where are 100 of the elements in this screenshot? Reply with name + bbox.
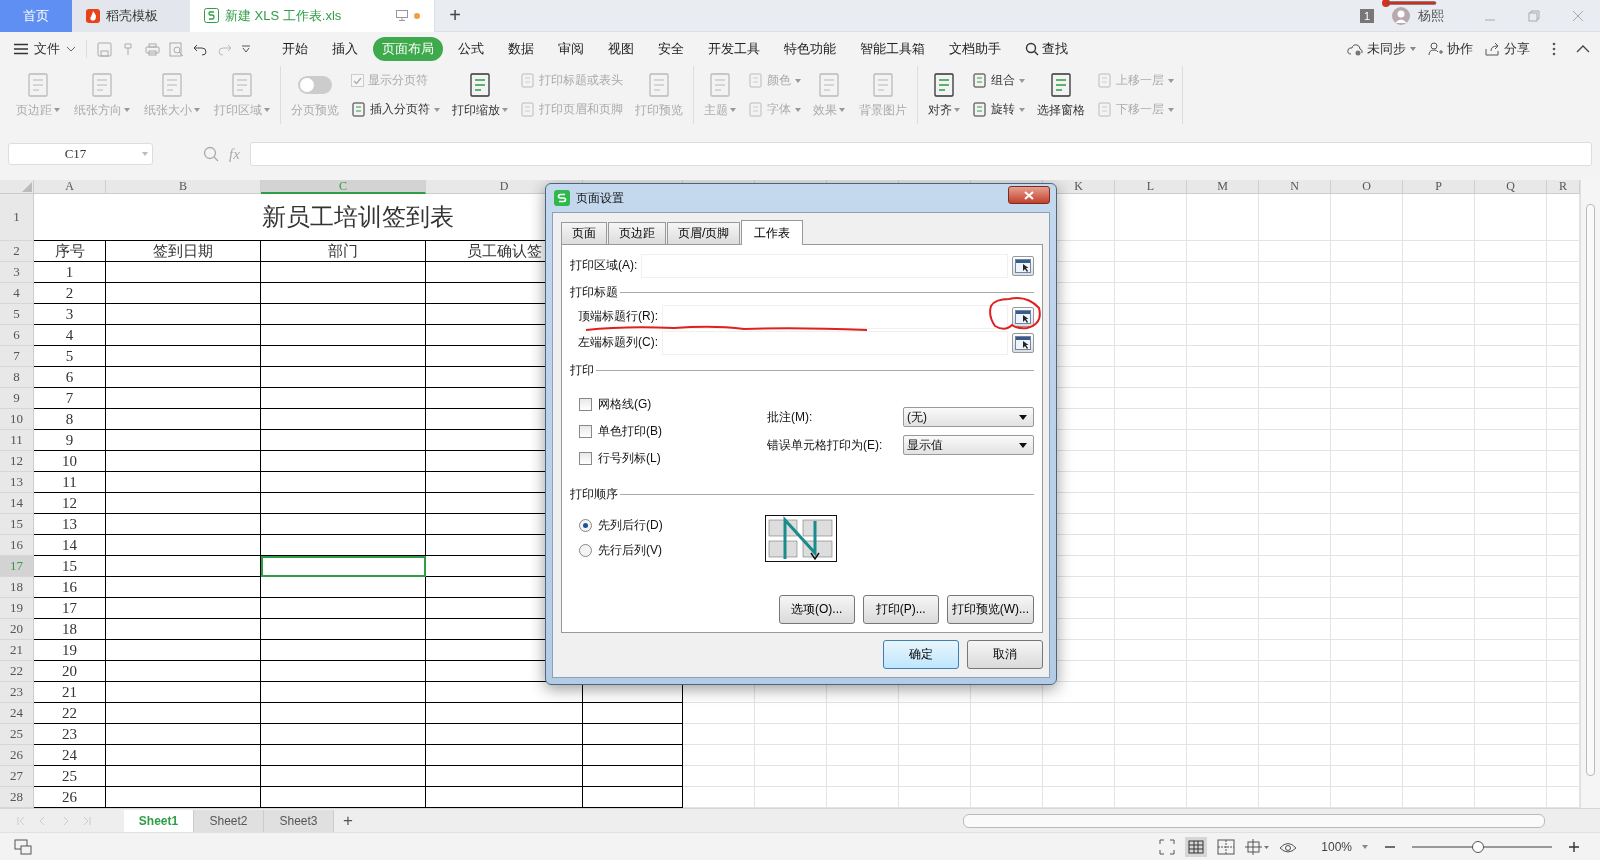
zoom-level[interactable]: 100% bbox=[1321, 839, 1352, 854]
toolbar-action[interactable]: 协作 bbox=[1428, 40, 1473, 58]
print-preview-icon[interactable] bbox=[169, 41, 184, 57]
caret-icon[interactable] bbox=[1362, 844, 1368, 849]
row-header[interactable]: 25 bbox=[0, 724, 34, 745]
zoom-icon[interactable] bbox=[203, 146, 219, 162]
input-field[interactable] bbox=[662, 304, 1008, 329]
more-icon[interactable] bbox=[1552, 42, 1556, 56]
restore-icon[interactable] bbox=[1528, 9, 1540, 22]
column-header[interactable]: P bbox=[1403, 180, 1475, 194]
menu-tab[interactable]: 开始 bbox=[273, 37, 317, 61]
fullscreen-icon[interactable] bbox=[1159, 838, 1176, 855]
row-header[interactable]: 20 bbox=[0, 619, 34, 640]
new-tab-button[interactable]: + bbox=[435, 3, 475, 28]
ribbon-button[interactable]: 插入分页符 bbox=[351, 101, 440, 118]
row-header[interactable]: 19 bbox=[0, 598, 34, 619]
row-header[interactable]: 27 bbox=[0, 766, 34, 787]
dialog-button[interactable]: 选项(O)... bbox=[778, 595, 855, 624]
range-select-button[interactable] bbox=[1012, 306, 1034, 327]
radio-button[interactable] bbox=[579, 519, 592, 532]
column-header[interactable]: A bbox=[34, 180, 106, 194]
dialog-tab[interactable]: 页边距 bbox=[608, 222, 666, 244]
dialog-button[interactable]: 取消 bbox=[967, 640, 1043, 669]
ribbon-button[interactable]: 对齐 bbox=[926, 69, 962, 121]
menu-tab[interactable]: 插入 bbox=[323, 37, 367, 61]
row-header[interactable]: 1 bbox=[0, 194, 34, 241]
row-header[interactable]: 10 bbox=[0, 409, 34, 430]
column-header[interactable]: L bbox=[1115, 180, 1187, 194]
checkbox[interactable] bbox=[579, 451, 592, 465]
slider-thumb[interactable] bbox=[1471, 840, 1484, 853]
menu-tab[interactable]: 安全 bbox=[649, 37, 693, 61]
sheet-tab[interactable]: Sheet2 bbox=[194, 809, 264, 832]
status-icon[interactable] bbox=[14, 838, 32, 855]
window-count-badge[interactable]: 1 bbox=[1359, 8, 1374, 23]
save-icon[interactable] bbox=[97, 41, 112, 57]
monitor-icon[interactable] bbox=[396, 10, 408, 21]
row-header[interactable]: 5 bbox=[0, 304, 34, 325]
page-break-view-icon[interactable] bbox=[1217, 838, 1236, 855]
row-header[interactable]: 16 bbox=[0, 535, 34, 556]
dialog-tab[interactable]: 页眉/页脚 bbox=[667, 222, 741, 244]
caret-icon[interactable] bbox=[241, 45, 251, 53]
menu-tab[interactable]: 文档助手 bbox=[940, 37, 1010, 61]
search-button[interactable]: 查找 bbox=[1016, 37, 1077, 61]
row-header[interactable]: 13 bbox=[0, 472, 34, 493]
vertical-scrollbar[interactable] bbox=[1580, 180, 1600, 808]
row-header[interactable]: 7 bbox=[0, 346, 34, 367]
row-header[interactable]: 26 bbox=[0, 745, 34, 766]
row-header[interactable]: 3 bbox=[0, 262, 34, 283]
sheet-tab[interactable]: Sheet3 bbox=[264, 809, 334, 832]
ribbon-button[interactable]: 选择窗格 bbox=[1035, 69, 1087, 121]
row-header[interactable]: 4 bbox=[0, 283, 34, 304]
zoom-in-icon[interactable] bbox=[1568, 840, 1580, 853]
dropdown-select[interactable]: (无) bbox=[903, 407, 1034, 427]
row-header[interactable]: 24 bbox=[0, 703, 34, 724]
dialog-tab[interactable]: 工作表 bbox=[741, 220, 804, 245]
formula-input[interactable] bbox=[249, 142, 1592, 166]
dialog-button[interactable]: 确定 bbox=[883, 640, 959, 669]
column-header[interactable]: Q bbox=[1475, 180, 1547, 194]
print-icon[interactable] bbox=[145, 41, 160, 57]
toolbar-action[interactable]: 未同步 bbox=[1347, 40, 1416, 58]
column-header[interactable]: M bbox=[1187, 180, 1259, 194]
input-field[interactable] bbox=[662, 330, 1008, 355]
checkbox[interactable] bbox=[579, 424, 592, 438]
row-header[interactable]: 2 bbox=[0, 241, 34, 262]
column-header[interactable]: N bbox=[1259, 180, 1331, 194]
ribbon-button[interactable]: 打印缩放 bbox=[450, 69, 510, 121]
toolbar-action[interactable]: 分享 bbox=[1485, 40, 1530, 58]
close-button[interactable] bbox=[1008, 186, 1050, 204]
document-tab[interactable]: 稻壳模板 bbox=[72, 0, 190, 32]
horizontal-scrollbar[interactable] bbox=[963, 813, 1545, 828]
grid-view-icon[interactable] bbox=[1185, 836, 1208, 857]
active-cell[interactable] bbox=[261, 556, 426, 577]
avatar-icon[interactable] bbox=[1392, 6, 1410, 25]
row-header[interactable]: 15 bbox=[0, 514, 34, 535]
dialog-tab[interactable]: 页面 bbox=[561, 222, 607, 244]
menu-tab[interactable]: 公式 bbox=[449, 37, 493, 61]
dropdown-select[interactable]: 显示值 bbox=[903, 435, 1034, 455]
column-header[interactable]: B bbox=[106, 180, 261, 194]
document-tab[interactable]: 新建 XLS 工作表.xls bbox=[190, 0, 435, 32]
dialog-button[interactable]: 打印预览(W)... bbox=[946, 595, 1034, 624]
menu-tab[interactable]: 数据 bbox=[499, 37, 543, 61]
row-header[interactable]: 18 bbox=[0, 577, 34, 598]
add-sheet-button[interactable]: + bbox=[334, 809, 362, 832]
sheet-tab[interactable]: Sheet1 bbox=[124, 809, 194, 832]
row-header[interactable]: 28 bbox=[0, 787, 34, 808]
row-header[interactable]: 6 bbox=[0, 325, 34, 346]
menu-tab[interactable]: 审阅 bbox=[549, 37, 593, 61]
range-select-button[interactable] bbox=[1012, 332, 1034, 353]
row-header[interactable]: 8 bbox=[0, 367, 34, 388]
menu-tab[interactable]: 视图 bbox=[599, 37, 643, 61]
ribbon-button[interactable]: 旋转 bbox=[972, 101, 1025, 118]
collapse-icon[interactable] bbox=[1576, 45, 1590, 53]
user-name[interactable]: 杨熙 bbox=[1418, 6, 1444, 25]
name-box[interactable]: C17 bbox=[8, 143, 153, 165]
menu-tab[interactable]: 智能工具箱 bbox=[851, 37, 934, 61]
row-header[interactable]: 23 bbox=[0, 682, 34, 703]
dialog-button[interactable]: 打印(P)... bbox=[862, 595, 939, 624]
row-header[interactable]: 14 bbox=[0, 493, 34, 514]
ribbon-button[interactable]: 组合 bbox=[972, 72, 1025, 89]
column-header[interactable]: O bbox=[1331, 180, 1403, 194]
